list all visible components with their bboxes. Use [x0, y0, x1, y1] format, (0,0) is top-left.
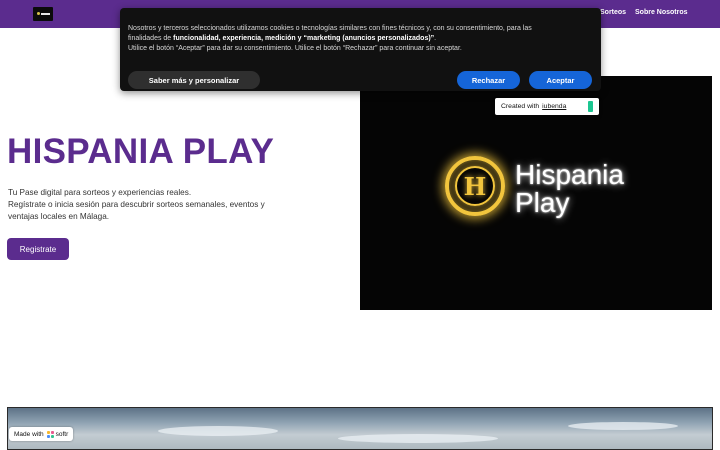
cookie-text: Nosotros y terceros seleccionados utiliz…: [128, 24, 594, 54]
iubenda-prefix: Created with: [501, 103, 540, 110]
cookie-text-prefix: finalidades de: [128, 35, 174, 42]
reject-button[interactable]: Rechazar: [457, 71, 520, 89]
softr-brand-label: softr: [55, 430, 69, 438]
register-button[interactable]: Registrate: [7, 238, 69, 260]
cookie-text-suffix: .: [434, 35, 437, 42]
nav-sorteos[interactable]: Sorteos: [600, 9, 626, 16]
logo-mark: [37, 12, 40, 15]
learn-more-button[interactable]: Saber más y personalizar: [128, 71, 260, 89]
cloud: [338, 434, 498, 443]
iubenda-badge[interactable]: Created with iubenda: [495, 98, 599, 115]
hispania-emblem-icon: H: [445, 156, 505, 216]
made-with-softr-badge[interactable]: Made with softr: [9, 427, 74, 441]
iubenda-flag-icon: [588, 101, 593, 112]
cookie-text-line: Nosotros y terceros seleccionados utiliz…: [128, 25, 532, 32]
nav-sobre-nosotros[interactable]: Sobre Nosotros: [635, 9, 688, 16]
cookie-text-line: Utilice el botón “Aceptar” para dar su c…: [128, 45, 462, 52]
brand-name-line: Play: [515, 187, 570, 218]
hero-photo: [7, 407, 713, 450]
logo-wordmark: [41, 13, 50, 15]
cloud: [158, 426, 278, 436]
accept-button[interactable]: Aceptar: [529, 71, 592, 89]
cookie-purposes: funcionalidad, experiencia, medición y “…: [173, 35, 435, 42]
brand-name: Hispania Play: [515, 161, 655, 217]
cloud: [568, 422, 678, 430]
hero-description-line: Regístrate o inicia sesión para descubri…: [8, 200, 265, 210]
cookie-banner: Nosotros y terceros seleccionados utiliz…: [120, 8, 601, 91]
cookie-text-line: finalidades de funcionalidad, experienci…: [128, 34, 594, 44]
emblem-letter: H: [455, 166, 495, 206]
hero-description-line: ventajas locales en Málaga.: [8, 212, 110, 222]
hispania-logo-icon[interactable]: [33, 7, 53, 21]
iubenda-link[interactable]: iubenda: [542, 103, 566, 110]
brand-name-line: Hispania: [515, 159, 624, 190]
hero-description-line: Tu Pase digital para sorteos y experienc…: [8, 188, 192, 197]
softr-logo-icon: [46, 430, 54, 438]
hero-title: HISPANIA PLAY: [7, 132, 275, 171]
page: Sorteos Sobre Nosotros HISPANIA PLAY Tu …: [0, 0, 720, 450]
hero-description: Tu Pase digital para sorteos y experienc…: [8, 187, 308, 224]
made-with-label: Made with: [14, 430, 44, 438]
